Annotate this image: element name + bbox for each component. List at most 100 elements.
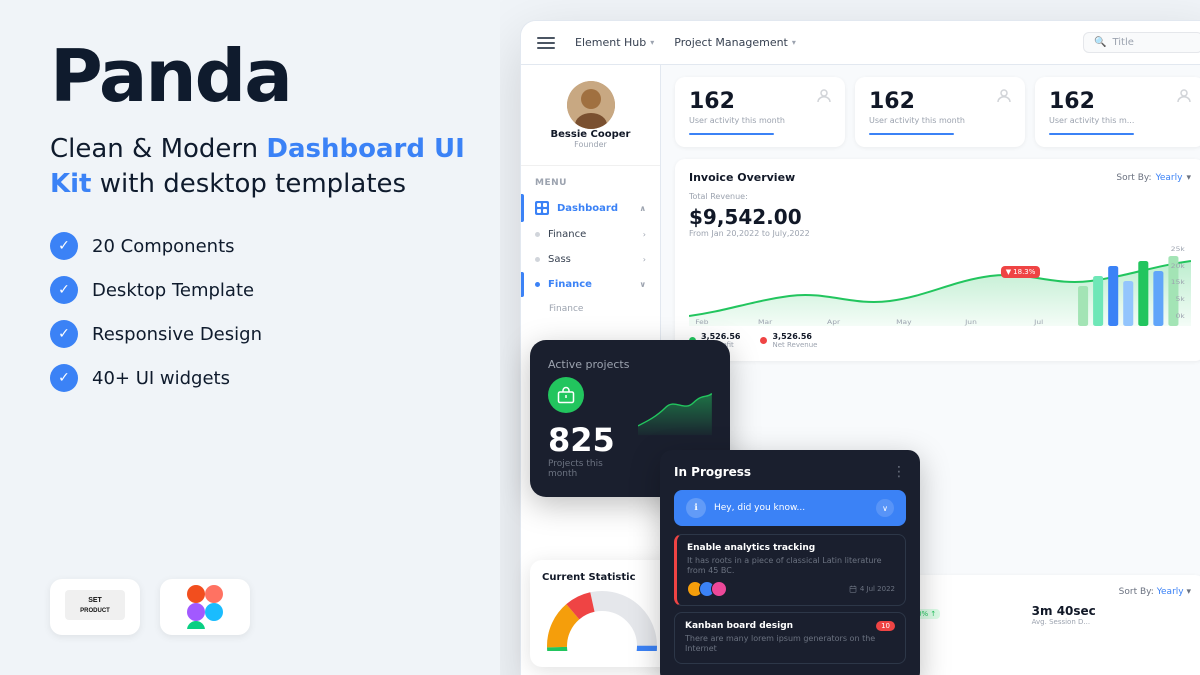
sidebar-item-finance-footer[interactable]: Finance <box>521 297 660 321</box>
dot-icon-finance-active <box>535 282 540 287</box>
svg-text:Jul: Jul <box>1033 319 1043 326</box>
search-icon: 🔍 <box>1094 37 1106 48</box>
svg-text:15k: 15k <box>1171 279 1185 286</box>
invoice-header: Invoice Overview Sort By: Yearly ▾ <box>689 171 1191 184</box>
task-item-analytics: Enable analytics tracking It has roots i… <box>674 534 906 606</box>
avatar <box>567 81 615 129</box>
svg-text:May: May <box>896 319 912 326</box>
nav-element-hub[interactable]: Element Hub ▾ <box>575 36 654 49</box>
mini-stat-dur-value: 3m 40sec <box>1032 604 1191 618</box>
sidebar-finance-footer-label: Finance <box>549 304 583 314</box>
nav-project-management-label: Project Management <box>674 36 788 49</box>
sort-by: Sort By: Yearly ▾ <box>1116 173 1191 183</box>
chevron-down-icon-2: ▾ <box>792 38 796 47</box>
task-analytics-title: Enable analytics tracking <box>687 543 895 553</box>
svg-text:5k: 5k <box>1176 296 1185 303</box>
dashboard-icon <box>535 201 549 215</box>
stat-value-1: 162 <box>689 89 831 114</box>
mini-stat-duration: 3m 40sec Avg. Session D... <box>1032 604 1191 628</box>
more-options-icon[interactable]: ⋮ <box>892 464 906 480</box>
search-placeholder: Title <box>1112 37 1133 48</box>
revenue-chart: Feb Mar Apr May Jun Jul 25k 20k 15k 5k <box>689 246 1191 326</box>
brand-title: Panda <box>50 40 490 112</box>
task-analytics-footer: 4 Jul 2022 <box>687 581 895 597</box>
check-icon-desktop <box>50 276 78 304</box>
stats-row: 162 User activity this month 162 User ac… <box>661 65 1200 159</box>
dot-icon-finance <box>535 232 540 237</box>
sidebar-profile: Bessie Cooper Founder <box>521 81 660 166</box>
menu-label: Menu <box>521 166 660 194</box>
task-avatars <box>687 581 723 597</box>
active-projects-label: Active projects <box>548 358 712 371</box>
sidebar-finance-sub-label: Finance <box>548 279 592 290</box>
svg-text:Apr: Apr <box>827 319 840 326</box>
net-revenue-values: 3,526.56 Net Revenue <box>772 332 817 349</box>
sidebar-item-finance-sub[interactable]: Finance ∨ <box>521 272 660 297</box>
stat-underline-1 <box>689 133 774 135</box>
sidebar-sass-label: Sass <box>548 254 571 265</box>
chevron-right-icon: › <box>643 230 646 239</box>
feature-components: 20 Components <box>50 232 490 260</box>
stat-card-2: 162 User activity this month <box>855 77 1025 147</box>
net-revenue-dot <box>760 337 767 344</box>
sidebar-item-finance[interactable]: Finance › <box>521 222 660 247</box>
svg-text:Mar: Mar <box>758 319 772 326</box>
mini-area-chart <box>638 387 712 437</box>
net-revenue-label: Net Revenue <box>772 341 817 349</box>
stat-card-3: 162 User activity this m... <box>1035 77 1200 147</box>
calendar-icon <box>849 585 857 593</box>
in-progress-header: In Progress ⋮ <box>674 464 906 480</box>
in-progress-card: In Progress ⋮ ℹ Hey, did you know... ∨ E… <box>660 450 920 675</box>
net-revenue: 3,526.56 Net Revenue <box>760 332 817 349</box>
svg-text:PRODUCT: PRODUCT <box>80 608 110 614</box>
svg-text:SET: SET <box>88 597 102 604</box>
logos-row: SET PRODUCT <box>50 579 490 635</box>
check-icon-components <box>50 232 78 260</box>
profile-name: Bessie Cooper <box>551 129 631 140</box>
chart-area: Feb Mar Apr May Jun Jul 25k 20k 15k 5k <box>689 246 1191 326</box>
svg-text:0k: 0k <box>1176 313 1185 320</box>
sidebar-finance-label: Finance <box>548 229 586 240</box>
revenue-date: From Jan 20,2022 to July,2022 <box>689 229 1191 238</box>
task-kanban-title: Kanban board design <box>685 621 895 631</box>
task-analytics-desc: It has roots in a piece of classical Lat… <box>687 556 895 577</box>
sidebar-item-dashboard[interactable]: Dashboard ∧ <box>521 194 660 222</box>
task-kanban-desc: There are many lorem ipsum generators on… <box>685 634 895 655</box>
check-icon-responsive <box>50 320 78 348</box>
features-list: 20 Components Desktop Template Responsiv… <box>50 232 490 392</box>
net-revenue-value: 3,526.56 <box>772 332 817 341</box>
briefcase-icon <box>548 377 584 413</box>
sidebar-item-sass[interactable]: Sass › <box>521 247 660 272</box>
stat-card-1: 162 User activity this month <box>675 77 845 147</box>
notification-text: Hey, did you know... <box>714 503 805 513</box>
invoice-title: Invoice Overview <box>689 171 795 184</box>
in-progress-title: In Progress <box>674 465 751 479</box>
sort-value: Yearly <box>1156 173 1183 183</box>
second-sort-value: Yearly <box>1157 587 1184 597</box>
active-projects-sub: Projects this month <box>548 459 628 479</box>
chevron-right-icon-2: › <box>643 255 646 264</box>
feature-responsive-label: Responsive Design <box>92 324 262 345</box>
tagline-part1: Clean & Modern <box>50 134 266 164</box>
feature-widgets: 40+ UI widgets <box>50 364 490 392</box>
revenue-amount: $9,542.00 <box>689 205 1191 229</box>
chevron-down-notification: ∨ <box>876 499 894 517</box>
invoice-card: Invoice Overview Sort By: Yearly ▾ Total… <box>675 159 1200 361</box>
hamburger-icon[interactable] <box>537 37 555 49</box>
net-metrics: 3,526.56 Net Profit 3,526.56 Net Revenue <box>689 332 1191 349</box>
feature-widgets-label: 40+ UI widgets <box>92 368 230 389</box>
svg-text:20k: 20k <box>1171 263 1185 270</box>
svg-text:Jun: Jun <box>964 319 977 326</box>
set-product-text: SET PRODUCT <box>65 590 125 624</box>
left-section: Panda Clean & Modern Dashboard UI Kit wi… <box>0 0 540 675</box>
search-bar[interactable]: 🔍 Title <box>1083 32 1200 53</box>
svg-text:Feb: Feb <box>695 319 708 326</box>
stat-label-3: User activity this m... <box>1049 116 1191 125</box>
info-icon: ℹ <box>686 498 706 518</box>
task-avatar-3 <box>711 581 727 597</box>
profile-role: Founder <box>574 140 607 149</box>
right-section: Element Hub ▾ Project Management ▾ 🔍 Tit… <box>500 0 1200 675</box>
figma-logo <box>160 579 250 635</box>
nav-project-management[interactable]: Project Management ▾ <box>674 36 796 49</box>
dot-icon-sass <box>535 257 540 262</box>
